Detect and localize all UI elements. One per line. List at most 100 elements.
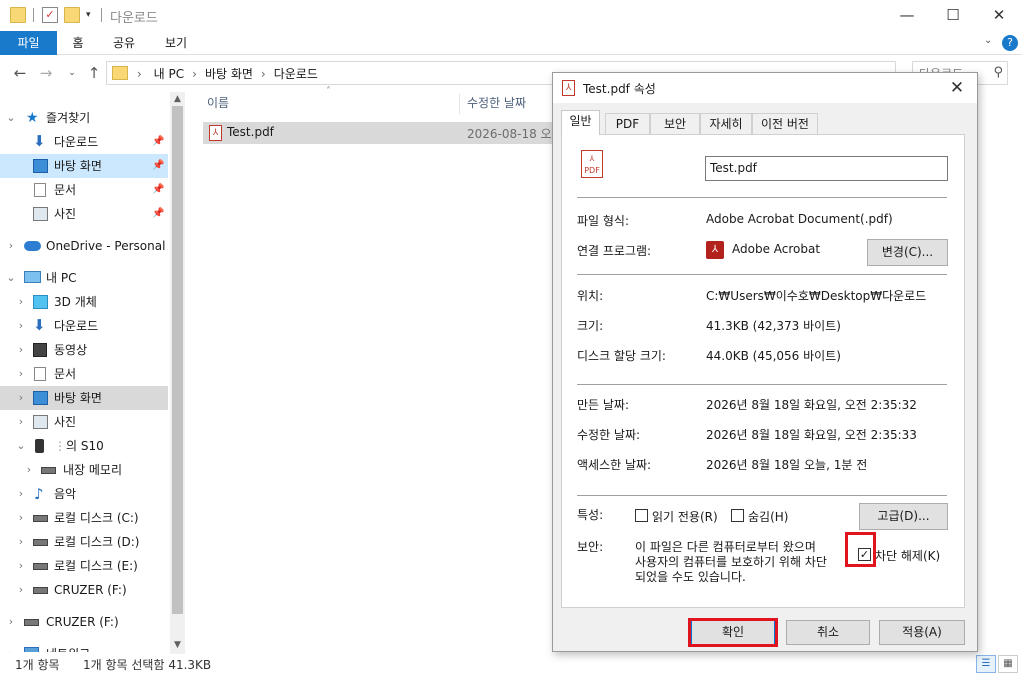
modified-value: 2026년 8월 18일 화요일, 오전 2:35:33 (706, 428, 917, 442)
folder-icon (10, 7, 26, 23)
accessed-label: 액세스한 날짜: (577, 458, 652, 472)
column-header-modified[interactable]: 수정한 날짜 (467, 92, 526, 114)
scroll-up-icon[interactable]: ▲ (170, 92, 185, 106)
tab-pdf[interactable]: PDF (605, 113, 650, 134)
tab-file[interactable]: 파일 (0, 31, 57, 55)
security-text-line3: 되었을 수도 있습니다. (635, 570, 746, 584)
tab-details[interactable]: 자세히 (700, 113, 752, 134)
nav-pc-downloads[interactable]: › ⬇ 다운로드 (0, 314, 168, 338)
nav-pc-documents[interactable]: › 문서 (0, 362, 168, 386)
properties-icon[interactable]: ✓ (42, 7, 58, 23)
nav-quick-desktop[interactable]: 바탕 화면 📌 (0, 154, 168, 178)
breadcrumb-desktop[interactable]: 바탕 화면 (205, 67, 253, 81)
file-modified: 2026-08-18 오전 (467, 127, 563, 141)
advanced-button[interactable]: 고급(D)... (859, 503, 948, 530)
nav-music[interactable]: › ♪ 음악 (0, 482, 168, 506)
nav-quick-pictures[interactable]: 사진 📌 (0, 202, 168, 226)
usb-drive-icon (33, 587, 48, 594)
forward-arrow-icon[interactable]: → (36, 63, 56, 83)
tab-view[interactable]: 보기 (158, 31, 194, 55)
nav-cruzer[interactable]: › CRUZER (F:) (0, 610, 168, 634)
apply-button[interactable]: 적용(A) (879, 620, 965, 645)
music-icon: ♪ (34, 485, 44, 503)
nav-quick-documents[interactable]: 문서 📌 (0, 178, 168, 202)
scrollbar-thumb[interactable] (172, 106, 183, 614)
filename-field[interactable]: Test.pdf (705, 156, 948, 181)
nav-phone[interactable]: ⌄ ⋮ 의 S10 (0, 434, 168, 458)
file-list: ˄ 이름 수정한 날짜 ⅄ Test.pdf 2026-08-18 오전 (200, 86, 563, 652)
nav-pc-desktop[interactable]: › 바탕 화면 (0, 386, 168, 410)
nav-drive-d[interactable]: › 로컬 디스크 (D:) (0, 530, 168, 554)
back-arrow-icon[interactable]: ← (10, 63, 30, 83)
tab-previous-versions[interactable]: 이전 버전 (752, 113, 818, 134)
column-separator[interactable] (459, 94, 460, 114)
divider (577, 274, 947, 275)
size-label: 크기: (577, 319, 604, 333)
nav-drive-f[interactable]: › CRUZER (F:) (0, 578, 168, 602)
sort-up-icon: ˄ (326, 86, 331, 97)
nav-onedrive[interactable]: › OneDrive - Personal (0, 234, 168, 258)
nav-videos[interactable]: › 동영상 (0, 338, 168, 362)
desktop-icon (33, 391, 48, 405)
pin-icon: 📌 (152, 136, 165, 147)
drive-icon (33, 563, 48, 570)
tab-general[interactable]: 일반 (561, 110, 600, 135)
location-label: 위치: (577, 289, 604, 303)
window-title: 다운로드 (110, 11, 158, 26)
item-count: 1개 항목 (15, 658, 60, 672)
pictures-icon (33, 207, 48, 221)
minimize-button[interactable]: — (884, 0, 930, 30)
details-view-icon[interactable]: ☰ (976, 655, 996, 673)
scroll-down-icon[interactable]: ▼ (170, 638, 185, 652)
nav-phone-storage[interactable]: › 내장 메모리 (0, 458, 168, 482)
disk-size-label: 디스크 할당 크기: (577, 349, 666, 363)
usb-drive-icon (24, 619, 39, 626)
nav-this-pc[interactable]: ⌄ 내 PC (0, 266, 168, 290)
hidden-checkbox[interactable] (731, 509, 744, 522)
readonly-checkbox[interactable] (635, 509, 648, 522)
up-arrow-icon[interactable]: ↑ (84, 63, 104, 83)
column-header-name[interactable]: 이름 (207, 92, 229, 114)
maximize-button[interactable]: ☐ (930, 0, 976, 30)
nav-drive-c[interactable]: › 로컬 디스크 (C:) (0, 506, 168, 530)
drive-icon (33, 515, 48, 522)
cancel-button[interactable]: 취소 (786, 620, 870, 645)
recent-chevron-icon[interactable]: ⌄ (62, 63, 82, 83)
attributes-label: 특성: (577, 508, 604, 522)
new-folder-icon[interactable] (64, 7, 80, 23)
breadcrumb-downloads[interactable]: 다운로드 (274, 67, 318, 81)
properties-dialog: ⅄ Test.pdf 속성 ✕ 일반 PDF 보안 자세히 이전 버전 ⅄ PDF… (552, 72, 978, 652)
nav-network[interactable]: › 네트워크 (0, 642, 168, 652)
change-button[interactable]: 변경(C)... (867, 239, 948, 266)
tab-share[interactable]: 공유 (106, 31, 142, 55)
download-icon: ⬇ (33, 132, 46, 150)
breadcrumb-this-pc[interactable]: 내 PC (154, 67, 184, 81)
nav-drive-e[interactable]: › 로컬 디스크 (E:) (0, 554, 168, 578)
selection-info: 1개 항목 선택함 41.3KB (83, 658, 212, 672)
nav-pc-pictures[interactable]: › 사진 (0, 410, 168, 434)
desktop-icon (33, 159, 48, 173)
document-icon (34, 367, 46, 381)
type-value: Adobe Acrobat Document(.pdf) (706, 212, 893, 226)
nav-quick-downloads[interactable]: ⬇ 다운로드 📌 (0, 130, 168, 154)
close-button[interactable]: ✕ (976, 0, 1022, 30)
document-icon (34, 183, 46, 197)
opens-with-value: Adobe Acrobat (732, 242, 821, 256)
nav-scrollbar[interactable]: ▲ ▼ (170, 92, 185, 654)
size-value: 41.3KB (42,373 바이트) (706, 319, 841, 333)
dialog-close-button[interactable]: ✕ (945, 76, 969, 100)
unblock-label: 차단 해제(K) (875, 549, 941, 563)
type-label: 파일 형식: (577, 214, 630, 228)
chevron-down-icon[interactable]: ▾ (86, 7, 102, 23)
search-icon: ⚲ (993, 65, 1003, 80)
phone-icon (35, 439, 44, 453)
dialog-title: Test.pdf 속성 (583, 82, 656, 96)
large-icons-view-icon[interactable]: ▦ (998, 655, 1018, 673)
file-row[interactable]: ⅄ Test.pdf 2026-08-18 오전 (203, 122, 563, 144)
help-icon[interactable]: ? (1002, 35, 1018, 51)
tab-security[interactable]: 보안 (650, 113, 700, 134)
nav-3d-objects[interactable]: › 3D 개체 (0, 290, 168, 314)
nav-quick-access[interactable]: ⌄ ★ 즐겨찾기 (0, 106, 168, 130)
tab-home[interactable]: 홈 (64, 31, 92, 55)
ribbon-expand-icon[interactable]: ⌄ (984, 35, 992, 46)
